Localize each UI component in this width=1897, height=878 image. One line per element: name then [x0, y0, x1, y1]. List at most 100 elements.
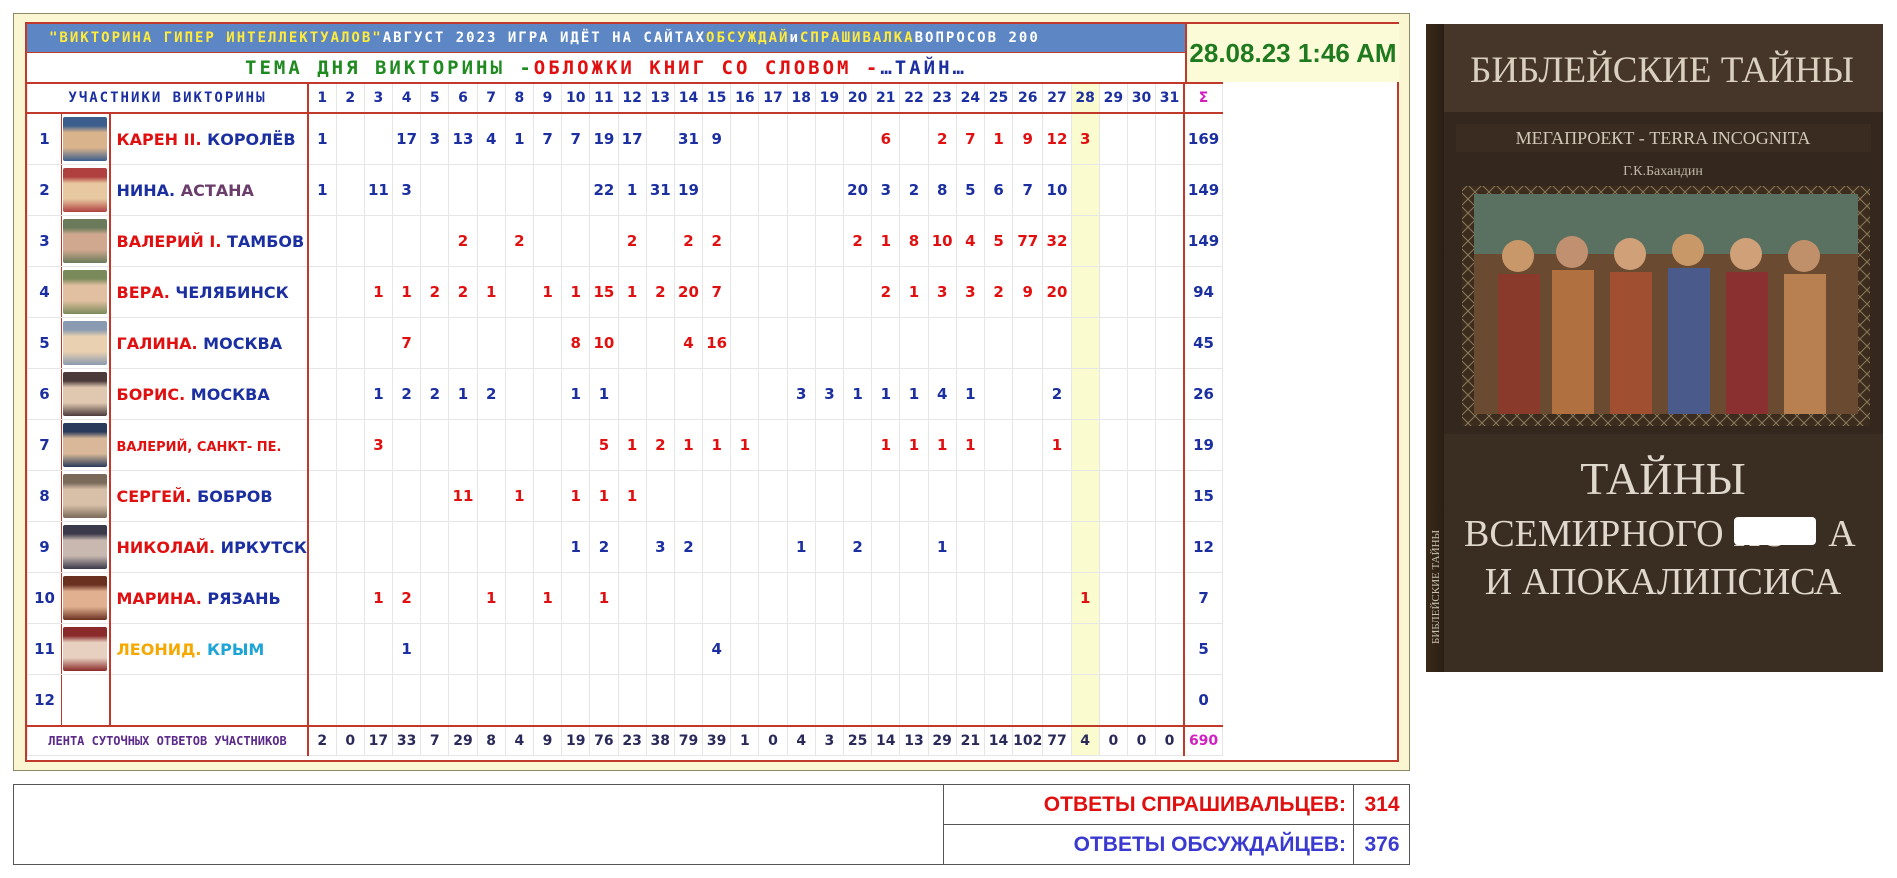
day-header-13: 13	[645, 82, 675, 114]
score-cell-day-10	[561, 623, 591, 675]
score-cell-day-31	[1155, 623, 1185, 675]
daily-total-14: 79	[673, 725, 704, 756]
day-header-3: 3	[363, 82, 394, 114]
score-cell-day-26	[1012, 674, 1044, 727]
avatar-cell	[61, 470, 111, 522]
participant-name[interactable]: ГАЛИНА. МОСКВА	[108, 317, 309, 369]
score-cell-day-8	[504, 368, 534, 420]
score-cell-day-14	[673, 572, 704, 624]
score-cell-day-21	[871, 470, 901, 522]
daily-total-4: 33	[392, 725, 422, 756]
daily-total-29: 0	[1098, 725, 1128, 756]
score-cell-day-23	[927, 623, 957, 675]
day-header-24: 24	[955, 82, 985, 114]
score-cell-day-28	[1070, 419, 1100, 471]
score-cell-day-15: 4	[702, 623, 732, 675]
score-cell-day-6	[448, 521, 478, 573]
score-cell-day-6	[448, 419, 478, 471]
score-cell-day-26	[1012, 521, 1044, 573]
daily-total-6: 29	[448, 725, 478, 756]
score-cell-day-11: 10	[589, 317, 619, 369]
score-cell-day-17	[758, 623, 788, 675]
row-number: 12	[27, 674, 62, 727]
name-part: НИКОЛАЙ.	[116, 537, 216, 557]
name-part: ТАМБОВ	[221, 231, 305, 251]
score-cell-day-28	[1070, 215, 1100, 267]
participant-name[interactable]: ЛЕОНИД. КРЫМ	[108, 623, 309, 675]
score-cell-day-27	[1042, 521, 1072, 573]
participant-name[interactable]: НИКОЛАЙ. ИРКУТСК	[108, 521, 309, 573]
score-cell-day-4	[392, 470, 422, 522]
daily-total-25: 14	[983, 725, 1014, 756]
score-cell-day-18	[786, 419, 816, 471]
banner-part: ВОПРОСОВ 200	[914, 30, 1040, 46]
score-cell-day-19	[814, 470, 845, 522]
daily-total-22: 13	[899, 725, 929, 756]
participant-name[interactable]: ВАЛЕРИЙ I. ТАМБОВ	[108, 215, 309, 267]
score-cell-day-28	[1070, 317, 1100, 369]
score-cell-day-21	[871, 572, 901, 624]
score-cell-day-10	[561, 674, 591, 727]
day-header-29: 29	[1098, 82, 1128, 114]
participant-name[interactable]	[108, 674, 309, 727]
score-cell-day-21: 1	[871, 419, 901, 471]
score-cell-day-15: 9	[702, 112, 732, 165]
avatar	[63, 168, 108, 212]
participant-name[interactable]: ВЕРА. ЧЕЛЯБИНСК	[108, 266, 309, 318]
score-cell-day-29	[1098, 572, 1128, 624]
score-cell-day-5	[420, 623, 450, 675]
participant-name[interactable]: БОРИС. МОСКВА	[108, 368, 309, 420]
participant-name[interactable]: НИНА. АСТАНА	[108, 164, 309, 216]
participant-name[interactable]: ВАЛЕРИЙ, САНКТ- ПЕ.	[108, 419, 309, 471]
participant-name[interactable]: МАРИНА. РЯЗАНЬ	[108, 572, 309, 624]
score-cell-day-2	[335, 112, 365, 165]
table-row: 1 КАРЕН II. КОРОЛЁВ 1 17 3 13 4 1 7 7 19 17 31 9 6 2 7 1 9…	[27, 112, 1224, 165]
score-cell-day-13	[645, 623, 675, 675]
score-cell-day-31	[1155, 368, 1185, 420]
score-cell-day-24: 4	[955, 215, 985, 267]
day-header-14: 14	[673, 82, 704, 114]
score-cell-day-29	[1098, 674, 1128, 727]
day-header-9: 9	[532, 82, 563, 114]
score-cell-day-24	[955, 317, 985, 369]
row-sum: 7	[1182, 572, 1224, 624]
score-cell-day-9	[532, 470, 563, 522]
score-cell-day-24: 5	[955, 164, 985, 216]
row-number: 4	[27, 266, 62, 318]
score-cell-day-2	[335, 317, 365, 369]
summary-box: ОТВЕТЫ СПРАШИВАЛЬЦЕВ: 314 ОТВЕТЫ ОБСУЖДА…	[13, 784, 1410, 865]
score-cell-day-19	[814, 215, 845, 267]
score-cell-day-28	[1070, 266, 1100, 318]
avatar-cell	[61, 164, 111, 216]
row-number: 11	[27, 623, 62, 675]
participant-name[interactable]: СЕРГЕЙ. БОБРОВ	[108, 470, 309, 522]
score-cell-day-24: 3	[955, 266, 985, 318]
day-header-8: 8	[504, 82, 534, 114]
theme-part: …ТАЙН…	[880, 57, 967, 79]
score-cell-day-5	[420, 419, 450, 471]
row-number: 2	[27, 164, 62, 216]
table-row: 7 ВАЛЕРИЙ, САНКТ- ПЕ. 3 5 1 2 1 1 1 1 1 1 1 1 19	[27, 419, 1224, 471]
score-cell-day-16	[730, 470, 760, 522]
row-sum: 19	[1182, 419, 1224, 471]
score-cell-day-15	[702, 674, 732, 727]
score-cell-day-16	[730, 164, 760, 216]
score-cell-day-3: 1	[363, 266, 394, 318]
score-cell-day-12: 1	[617, 470, 647, 522]
score-cell-day-13: 3	[645, 521, 675, 573]
score-cell-day-22	[899, 521, 929, 573]
score-cell-day-15	[702, 470, 732, 522]
daily-total-23: 29	[927, 725, 957, 756]
score-cell-day-18	[786, 623, 816, 675]
participant-name[interactable]: КАРЕН II. КОРОЛЁВ	[108, 112, 309, 165]
score-cell-day-22	[899, 470, 929, 522]
score-cell-day-24	[955, 470, 985, 522]
row-number: 7	[27, 419, 62, 471]
score-cell-day-2	[335, 419, 365, 471]
avatar	[63, 627, 108, 671]
score-cell-day-30	[1126, 419, 1157, 471]
score-cell-day-17	[758, 215, 788, 267]
row-sum: 45	[1182, 317, 1224, 369]
score-cell-day-2	[335, 266, 365, 318]
score-cell-day-19	[814, 674, 845, 727]
